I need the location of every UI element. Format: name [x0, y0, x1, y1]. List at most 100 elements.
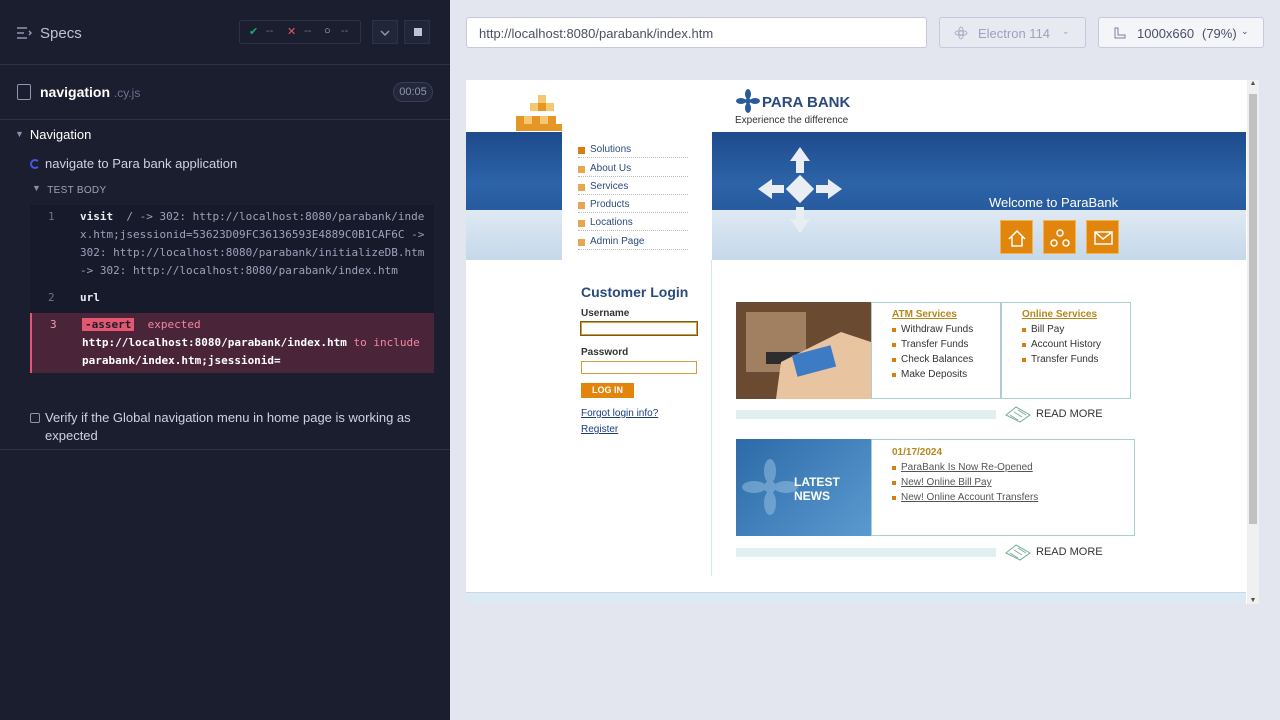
collapse-button[interactable] [372, 20, 398, 44]
news-link[interactable]: New! Online Account Transfers [892, 492, 1038, 503]
command-name: url [80, 291, 100, 304]
online-services-title[interactable]: Online Services [1022, 309, 1101, 320]
network-icon [1050, 229, 1070, 247]
login-button[interactable]: LOG IN [581, 383, 634, 398]
viewport-selector[interactable]: 1000x660 (79%) ⌄ [1098, 17, 1264, 48]
assert-operator: to include [353, 336, 420, 349]
news-emblem-icon [742, 459, 798, 515]
news-link[interactable]: New! Online Bill Pay [892, 477, 1038, 488]
command-number: 3 [50, 318, 57, 331]
stop-button[interactable] [404, 20, 430, 44]
menu-solutions[interactable]: Solutions [578, 142, 688, 158]
online-link[interactable]: Bill Pay [1022, 324, 1101, 335]
command-message: / -> 302: http://localhost:8080/parabank… [80, 210, 425, 277]
atm-link[interactable]: Transfer Funds [892, 339, 973, 350]
about-button[interactable] [1043, 220, 1076, 254]
suite-title[interactable]: ▼ Navigation [15, 127, 91, 142]
contact-button[interactable] [1086, 220, 1119, 254]
pending-count: -- [341, 25, 349, 37]
test-item-pending[interactable]: Verify if the Global navigation menu in … [30, 409, 430, 445]
browser-label: Electron 114 [978, 26, 1051, 41]
stop-icon [414, 28, 422, 36]
news-link[interactable]: ParaBank Is Now Re-Opened [892, 462, 1038, 473]
menu-admin-page[interactable]: Admin Page [578, 234, 688, 250]
command-number: 2 [48, 291, 55, 304]
reporter-header: Specs ✔ -- ✕ -- ○ -- [0, 0, 450, 65]
password-input[interactable] [581, 361, 697, 374]
welcome-text: Welcome to ParaBank [989, 195, 1119, 210]
chevron-down-icon: ⌄ [1062, 26, 1070, 36]
test-body-header[interactable]: ▼ TEST BODY [32, 183, 106, 196]
test-body-label: TEST BODY [47, 185, 107, 196]
tagline: Experience the difference [735, 115, 849, 126]
assert-expected: expected [147, 318, 201, 331]
latest-news-banner: LATEST NEWS [736, 439, 871, 536]
read-more-news[interactable]: READ MORE [1036, 546, 1103, 558]
news-box: 01/17/2024 ParaBank Is Now Re-Opened New… [871, 439, 1135, 536]
parabank-logo[interactable]: PARA BANK [762, 94, 850, 111]
browser-selector[interactable]: Electron 114 ⌄ [939, 17, 1086, 48]
register-link[interactable]: Register [581, 424, 618, 435]
command-row[interactable]: 1 visit / -> 302: http://localhost:8080/p… [30, 205, 434, 283]
chevron-down-icon: ▼ [15, 129, 24, 139]
parabank-emblem-icon [758, 147, 842, 233]
read-more-icon [1005, 406, 1031, 423]
chevron-down-icon: ▼ [32, 183, 42, 193]
command-row-failed[interactable]: 3 -assert expected http://localhost:8080/p… [30, 313, 434, 373]
command-row[interactable]: 2 url [30, 283, 434, 313]
document-icon [17, 84, 31, 100]
electron-icon [954, 26, 968, 40]
assert-actual: http://localhost:8080/parabank/index.htm [82, 336, 347, 349]
home-button[interactable] [1000, 220, 1033, 254]
passed-icon: ✔ [249, 26, 259, 38]
envelope-icon [1094, 231, 1113, 245]
menu-services[interactable]: Services [578, 179, 688, 195]
news-banner-line1: LATEST [794, 475, 840, 489]
menu-products[interactable]: Products [578, 197, 688, 213]
read-more-services[interactable]: READ MORE [1036, 408, 1103, 420]
atm-link[interactable]: Make Deposits [892, 369, 973, 380]
assert-expected-value: parabank/index.htm;jsessionid= [82, 354, 281, 367]
assert-badge: -assert [82, 318, 135, 331]
scroll-up-icon[interactable]: ▲ [1247, 80, 1259, 90]
scrollbar-thumb[interactable] [1249, 94, 1257, 524]
spec-name: navigation [40, 84, 111, 100]
left-menu: Solutions About Us Services Products Loc… [562, 132, 712, 267]
parabank-logo-icon [736, 89, 760, 113]
news-date: 01/17/2024 [892, 447, 943, 458]
specs-list-icon[interactable] [17, 26, 32, 40]
menu-locations[interactable]: Locations [578, 215, 688, 231]
duration-badge: 00:05 [393, 82, 433, 102]
column-divider [711, 260, 712, 576]
spec-file-name: navigation .cy.js [40, 84, 140, 100]
test-item-running[interactable]: navigate to Para bank application [30, 156, 237, 171]
iframe-scrollbar[interactable]: ▲ ▼ [1247, 80, 1259, 604]
online-services-box: Online Services Bill Pay Account History… [1001, 302, 1131, 399]
app-iframe: PARA BANK Experience the difference Welc… [466, 80, 1259, 604]
username-label: Username [581, 308, 630, 319]
atm-link[interactable]: Withdraw Funds [892, 324, 973, 335]
news-banner-line2: NEWS [794, 489, 830, 503]
online-link[interactable]: Account History [1022, 339, 1101, 350]
specs-label[interactable]: Specs [40, 25, 82, 42]
command-number: 1 [48, 210, 55, 223]
online-services-list: Online Services Bill Pay Account History… [1022, 309, 1101, 365]
username-input[interactable] [580, 321, 698, 336]
pending-test-icon [30, 413, 40, 423]
test-title: Verify if the Global navigation menu in … [45, 410, 411, 443]
online-link[interactable]: Transfer Funds [1022, 354, 1101, 365]
news-list: 01/17/2024 ParaBank Is Now Re-Opened New… [892, 447, 1038, 503]
url-bar[interactable]: http://localhost:8080/parabank/index.htm [466, 17, 927, 48]
forgot-login-link[interactable]: Forgot login info? [581, 408, 658, 419]
atm-services-box: ATM Services Withdraw Funds Transfer Fun… [871, 302, 1001, 399]
home-icon [1008, 229, 1026, 247]
menu-about-us[interactable]: About Us [578, 161, 688, 177]
suite-label: Navigation [29, 127, 92, 142]
test-stats: ✔ -- ✕ -- ○ -- [239, 20, 361, 44]
command-name: visit [80, 210, 114, 223]
scroll-down-icon[interactable]: ▼ [1247, 597, 1259, 604]
atm-services-title[interactable]: ATM Services [892, 309, 973, 320]
spec-ext: .cy.js [113, 86, 141, 100]
failed-icon: ✕ [287, 26, 297, 38]
atm-link[interactable]: Check Balances [892, 354, 973, 365]
